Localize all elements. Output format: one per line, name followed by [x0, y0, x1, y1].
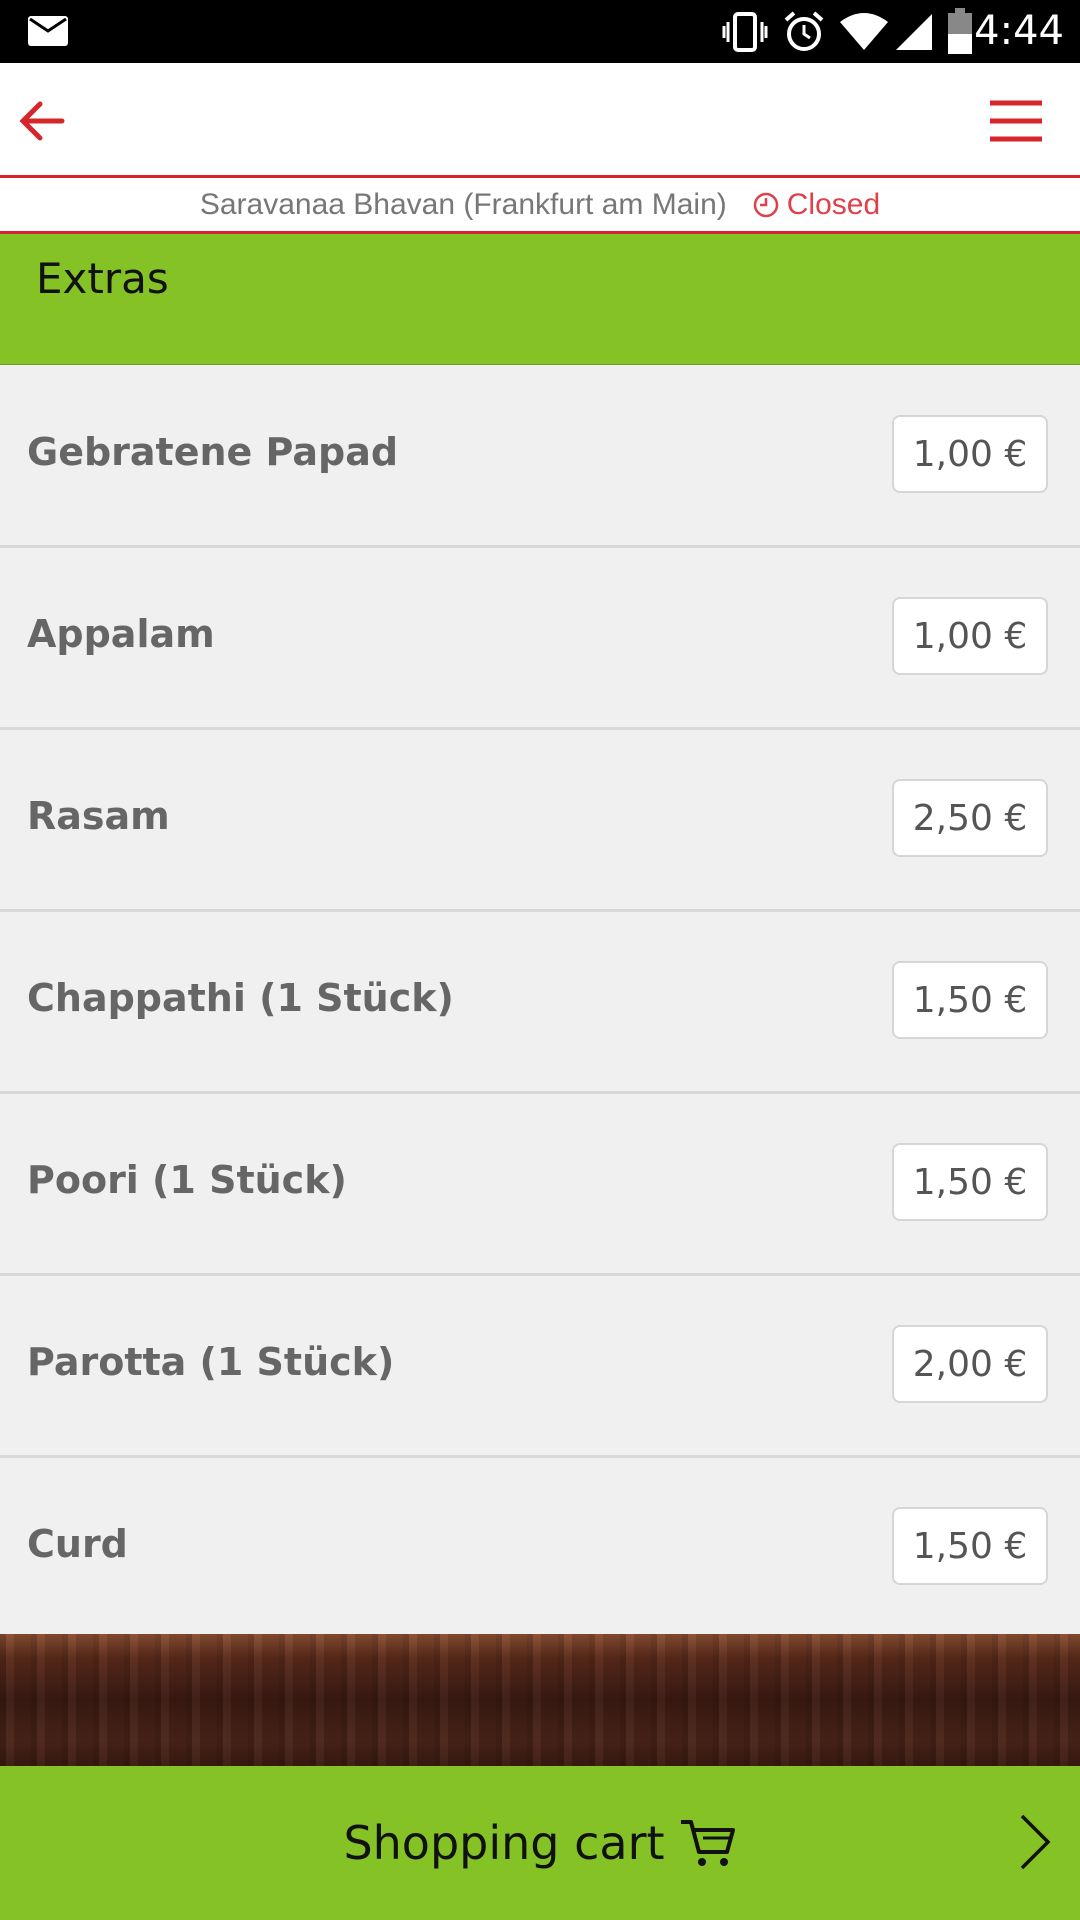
app-bar	[0, 63, 1080, 178]
menu-item[interactable]: Curd 1,50 €	[0, 1458, 1080, 1640]
menu-item-price-button[interactable]: 1,50 €	[892, 1143, 1048, 1221]
menu-item[interactable]: Parotta (1 Stück) 2,00 €	[0, 1276, 1080, 1458]
menu-item-price-button[interactable]: 1,00 €	[892, 415, 1048, 493]
shopping-cart-button[interactable]: Shopping cart	[0, 1766, 1080, 1920]
menu-item-list: Gebratene Papad 1,00 € Appalam 1,00 € Ra…	[0, 366, 1080, 1640]
menu-item[interactable]: Chappathi (1 Stück) 1,50 €	[0, 912, 1080, 1094]
vibrate-icon	[722, 12, 768, 52]
menu-item-name: Poori (1 Stück)	[27, 1158, 347, 1202]
menu-item-name: Appalam	[27, 612, 215, 656]
menu-item[interactable]: Gebratene Papad 1,00 €	[0, 366, 1080, 548]
menu-item-name: Curd	[27, 1522, 128, 1566]
clock-icon	[753, 192, 778, 217]
signal-icon	[896, 14, 932, 50]
clock-time: 4:44	[974, 8, 1064, 54]
status-label: Closed	[786, 187, 881, 221]
battery-icon	[948, 8, 972, 54]
wood-background	[0, 1634, 1080, 1766]
restaurant-status: Closed	[753, 188, 880, 222]
category-title: Extras	[36, 254, 169, 303]
hamburger-menu-icon[interactable]	[988, 97, 1044, 145]
menu-item-price-button[interactable]: 2,00 €	[892, 1325, 1048, 1403]
category-header: Extras	[0, 234, 1080, 365]
menu-item-price-button[interactable]: 2,50 €	[892, 779, 1048, 857]
menu-item-name: Gebratene Papad	[27, 430, 399, 474]
menu-item[interactable]: Appalam 1,00 €	[0, 548, 1080, 730]
cart-label: Shopping cart	[343, 1816, 665, 1870]
alarm-icon	[784, 11, 824, 51]
wifi-icon	[840, 13, 888, 50]
menu-item-name: Chappathi (1 Stück)	[27, 976, 454, 1020]
mail-icon	[28, 16, 68, 46]
menu-item[interactable]: Poori (1 Stück) 1,50 €	[0, 1094, 1080, 1276]
menu-item-price-button[interactable]: 1,50 €	[892, 1507, 1048, 1585]
restaurant-info-bar: Saravanaa Bhavan (Frankfurt am Main) Clo…	[0, 178, 1080, 234]
back-arrow-icon[interactable]	[14, 93, 70, 149]
menu-item-price-button[interactable]: 1,50 €	[892, 961, 1048, 1039]
cart-icon	[680, 1820, 735, 1866]
menu-item[interactable]: Rasam 2,50 €	[0, 730, 1080, 912]
status-bar: 4:44	[0, 0, 1080, 63]
menu-item-name: Parotta (1 Stück)	[27, 1340, 395, 1384]
restaurant-name: Saravanaa Bhavan (Frankfurt am Main)	[199, 187, 727, 221]
menu-item-name: Rasam	[27, 794, 170, 838]
chevron-right-icon[interactable]	[1018, 1812, 1052, 1872]
menu-item-price-button[interactable]: 1,00 €	[892, 597, 1048, 675]
